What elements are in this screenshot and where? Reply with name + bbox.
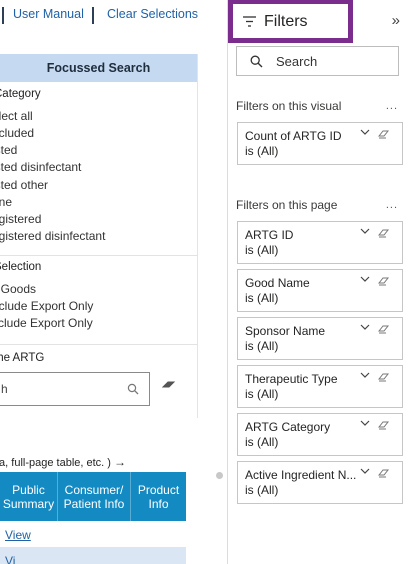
chevron-down-icon[interactable]: [360, 227, 370, 235]
category-slicer-title: Category: [0, 88, 41, 100]
filter-card-artg-id[interactable]: ARTG ID is (All): [237, 221, 403, 264]
table-row: Vi: [0, 547, 186, 564]
selection-option[interactable]: xclude Export Only: [0, 316, 93, 330]
filter-pane: Filters » Search Filters on this visual …: [228, 0, 412, 564]
chevron-down-icon[interactable]: [360, 323, 370, 331]
eraser-icon[interactable]: [378, 276, 390, 286]
chevron-down-icon[interactable]: [360, 128, 370, 136]
filter-card-active-ingredient[interactable]: Active Ingredient N... is (All): [237, 461, 403, 504]
selection-slicer-title: Selection: [0, 261, 42, 273]
eraser-icon[interactable]: [378, 228, 390, 238]
filter-value: is (All): [245, 435, 279, 449]
chevron-down-icon[interactable]: [360, 275, 370, 283]
chevron-right-double-icon[interactable]: »: [392, 12, 400, 29]
more-options-button[interactable]: ...: [386, 199, 398, 211]
search-icon[interactable]: [127, 383, 139, 395]
eraser-icon[interactable]: [378, 129, 390, 139]
divider: [0, 344, 198, 345]
view-public-summary-link[interactable]: View: [5, 528, 31, 542]
artg-search-input[interactable]: h: [0, 372, 150, 406]
eraser-icon[interactable]: [378, 372, 390, 382]
filter-value: is (All): [245, 339, 279, 353]
filter-pane-header: Filters: [228, 0, 353, 43]
results-table: Public Summary Consumer/ Patient Info Pr…: [0, 472, 186, 564]
filter-value: is (All): [245, 387, 279, 401]
column-header-product-info[interactable]: Product Info: [131, 472, 186, 521]
category-option[interactable]: isted other: [0, 178, 48, 192]
divider: [0, 255, 198, 256]
filter-name: Therapeutic Type: [245, 372, 338, 386]
filter-name: ARTG ID: [245, 228, 294, 242]
view-public-summary-link[interactable]: Vi: [5, 554, 15, 564]
filter-name: Count of ARTG ID: [245, 129, 342, 143]
artg-search-placeholder: h: [1, 382, 8, 396]
arrow-right-icon[interactable]: →: [114, 455, 126, 469]
filter-name: ARTG Category: [245, 420, 331, 434]
filter-card-count-artg-id[interactable]: Count of ARTG ID is (All): [237, 122, 403, 165]
filters-on-page-heading: Filters on this page: [236, 198, 338, 212]
filter-value: is (All): [245, 144, 279, 158]
filter-search-placeholder: Search: [276, 54, 318, 69]
filter-pane-title: Filters: [264, 13, 308, 30]
filter-value: is (All): [245, 243, 279, 257]
category-option[interactable]: one: [0, 195, 12, 209]
filter-name: Sponsor Name: [245, 324, 326, 338]
user-manual-link[interactable]: User Manual: [13, 7, 84, 21]
separator: [92, 7, 94, 24]
selection-option[interactable]: nclude Export Only: [0, 299, 93, 313]
eraser-icon[interactable]: [378, 468, 390, 478]
chevron-down-icon[interactable]: [360, 467, 370, 475]
category-option[interactable]: egistered: [0, 212, 41, 226]
filter-card-sponsor-name[interactable]: Sponsor Name is (All): [237, 317, 403, 360]
search-icon: [250, 55, 263, 68]
filter-card-artg-category[interactable]: ARTG Category is (All): [237, 413, 403, 456]
filter-name: Good Name: [245, 276, 310, 290]
table-header-row: Public Summary Consumer/ Patient Info Pr…: [0, 472, 186, 521]
category-option[interactable]: isted disinfectant: [0, 160, 81, 174]
category-option[interactable]: isted: [0, 143, 17, 157]
filter-value: is (All): [245, 291, 279, 305]
category-option[interactable]: elect all: [0, 109, 33, 123]
category-option[interactable]: egistered disinfectant: [0, 229, 105, 243]
artg-search-title: the ARTG: [0, 352, 45, 364]
focussed-search-title: Focussed Search: [0, 54, 197, 82]
more-options-button[interactable]: ...: [386, 100, 398, 112]
filter-value: is (All): [245, 483, 279, 497]
separator: [2, 7, 4, 24]
funnel-icon: [243, 16, 256, 27]
category-option[interactable]: ncluded: [0, 126, 34, 140]
table-row: View: [0, 521, 186, 547]
scrollbar-thumb[interactable]: [216, 472, 223, 479]
column-header-public-summary[interactable]: Public Summary: [0, 472, 58, 521]
selection-option[interactable]: ll Goods: [0, 282, 36, 296]
chevron-down-icon[interactable]: [360, 419, 370, 427]
filter-name: Active Ingredient N...: [245, 468, 357, 482]
filters-on-visual-heading: Filters on this visual: [236, 99, 342, 113]
eraser-icon[interactable]: [378, 324, 390, 334]
filter-card-good-name[interactable]: Good Name is (All): [237, 269, 403, 312]
filter-card-therapeutic-type[interactable]: Therapeutic Type is (All): [237, 365, 403, 408]
report-canvas: User Manual Clear Selections Focussed Se…: [0, 0, 227, 564]
clear-selections-link[interactable]: Clear Selections: [107, 7, 198, 21]
table-hint: ta, full-page table, etc. ) →: [0, 455, 126, 469]
eraser-icon[interactable]: [162, 380, 176, 390]
table-hint-text: ta, full-page table, etc. ): [0, 457, 111, 469]
filter-search-input[interactable]: Search: [236, 46, 399, 76]
column-header-consumer-info[interactable]: Consumer/ Patient Info: [58, 472, 131, 521]
eraser-icon[interactable]: [378, 420, 390, 430]
chevron-down-icon[interactable]: [360, 371, 370, 379]
focussed-search-panel: Focussed Search Category elect all nclud…: [0, 54, 198, 418]
